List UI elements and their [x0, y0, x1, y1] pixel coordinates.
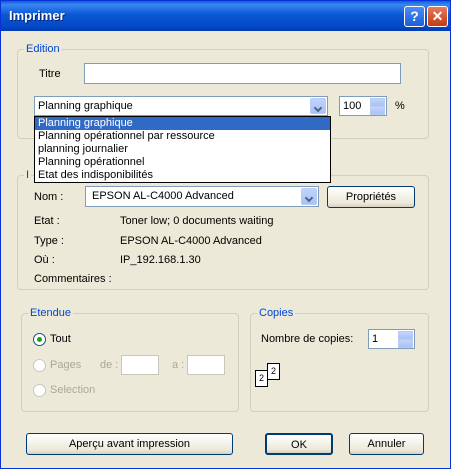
selection-radio[interactable]: [33, 384, 46, 397]
page-from-input[interactable]: [121, 355, 159, 375]
spin-down-icon[interactable]: [370, 106, 385, 115]
window-title: Imprimer: [9, 8, 65, 23]
pages-radio[interactable]: [33, 359, 46, 372]
chevron-down-icon[interactable]: [310, 98, 326, 114]
selection-label: Selection: [50, 384, 96, 396]
printer-legend: I: [26, 169, 30, 181]
nom-label: Nom :: [34, 191, 64, 203]
zoom-input[interactable]: 100: [339, 96, 387, 116]
page-to-input[interactable]: [187, 355, 225, 375]
print-dialog: Imprimer ? ✕ Edition Titre Planning grap…: [0, 0, 451, 469]
collate-page-icon: 2: [267, 363, 280, 380]
ou-value: IP_192.168.1.30: [120, 254, 201, 266]
copies-label: Nombre de copies:: [261, 333, 354, 345]
copies-legend: Copies: [259, 307, 294, 319]
copies-input[interactable]: 1: [368, 329, 415, 349]
copies-group: Copies: [250, 307, 429, 412]
printer-select[interactable]: EPSON AL-C4000 Advanced: [85, 186, 319, 207]
commentaires-label: Commentaires :: [34, 273, 112, 285]
printer-value: EPSON AL-C4000 Advanced: [92, 190, 234, 202]
copies-value: 1: [372, 333, 379, 345]
type-label: Type :: [34, 235, 64, 247]
dropdown-option[interactable]: Planning opérationnel par ressource: [35, 130, 330, 143]
tout-label: Tout: [50, 333, 71, 345]
collate-page-icon: 2: [255, 370, 268, 387]
dropdown-option[interactable]: Planning graphique: [35, 117, 330, 130]
properties-button[interactable]: Propriétés: [327, 186, 415, 208]
etat-value: Toner low; 0 documents waiting: [120, 215, 274, 227]
dropdown-option[interactable]: Etat des indisponibilités: [35, 169, 330, 182]
cancel-button[interactable]: Annuler: [349, 433, 424, 455]
titre-label: Titre: [39, 68, 61, 80]
report-type-select[interactable]: Planning graphique: [34, 96, 328, 116]
chevron-down-icon[interactable]: [301, 188, 317, 205]
dropdown-option[interactable]: Planning opérationnel: [35, 156, 330, 169]
spin-down-icon[interactable]: [398, 339, 413, 348]
preview-button[interactable]: Aperçu avant impression: [26, 433, 233, 455]
report-type-value: Planning graphique: [38, 100, 133, 112]
type-value: EPSON AL-C4000 Advanced: [120, 235, 262, 247]
edition-legend: Edition: [26, 43, 60, 55]
etendue-legend: Etendue: [30, 307, 71, 319]
pages-label: Pages: [50, 359, 82, 371]
de-label: de :: [100, 359, 119, 371]
ou-label: Où :: [34, 254, 55, 266]
title-bar[interactable]: Imprimer ? ✕: [1, 1, 450, 31]
a-label: a :: [172, 359, 185, 371]
dropdown-option[interactable]: planning journalier: [35, 143, 330, 156]
zoom-value: 100: [343, 100, 362, 112]
tout-radio[interactable]: [33, 333, 46, 346]
etat-label: Etat :: [34, 215, 60, 227]
report-type-dropdown: Planning graphique Planning opérationnel…: [34, 116, 331, 183]
titre-input[interactable]: [84, 63, 401, 84]
close-button[interactable]: ✕: [427, 6, 448, 27]
help-button[interactable]: ?: [404, 6, 425, 27]
zoom-unit: %: [395, 100, 405, 112]
ok-button[interactable]: OK: [265, 433, 333, 455]
